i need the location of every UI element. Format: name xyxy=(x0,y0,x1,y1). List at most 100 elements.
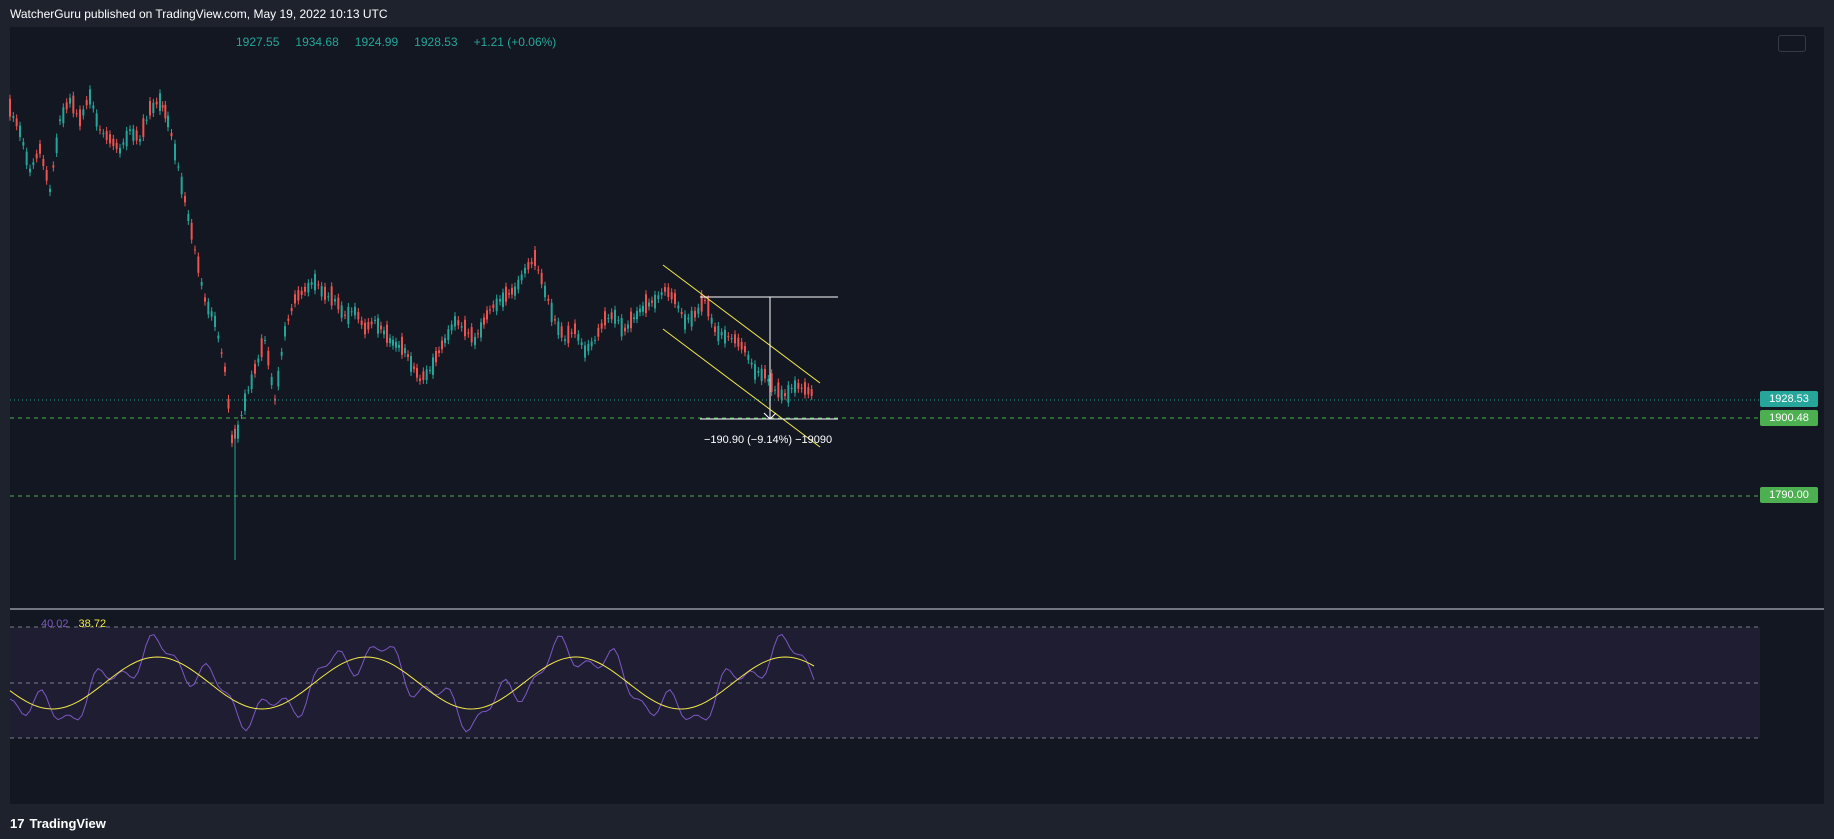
candle-body xyxy=(454,316,456,327)
candle-body xyxy=(657,295,660,299)
candle-body xyxy=(767,379,770,382)
candle-body xyxy=(231,434,233,444)
candle-body xyxy=(508,293,510,295)
candle-body xyxy=(267,350,270,366)
candle-body xyxy=(270,376,273,386)
candle-body xyxy=(810,389,813,396)
candle-body xyxy=(664,287,666,292)
candle-body xyxy=(72,95,75,114)
candle-body xyxy=(401,336,403,355)
candle-body xyxy=(257,358,260,363)
candle-body xyxy=(264,339,266,341)
candle-body xyxy=(597,327,600,337)
candle-body xyxy=(614,309,616,324)
candle-body xyxy=(654,294,656,309)
candle-body xyxy=(214,315,216,328)
candle-body xyxy=(502,292,504,308)
candle-body xyxy=(200,282,203,286)
candle-body xyxy=(600,323,603,329)
candle-body xyxy=(714,326,716,333)
candle-body xyxy=(435,350,437,363)
candle-body xyxy=(180,176,183,195)
candle-body xyxy=(109,134,111,144)
candle-body xyxy=(444,338,446,344)
candle-body xyxy=(807,387,810,395)
candle-body xyxy=(527,262,530,270)
candle-body xyxy=(297,290,300,301)
candle-body xyxy=(217,335,220,339)
candle-body xyxy=(42,159,45,166)
candle-body xyxy=(557,321,560,335)
candle-body xyxy=(724,329,726,344)
candle-body xyxy=(560,326,563,338)
candle-body xyxy=(590,341,593,347)
candle-body xyxy=(250,374,253,389)
candle-body xyxy=(247,389,250,391)
candle-body xyxy=(300,290,303,295)
candle-body xyxy=(687,317,690,320)
candle-body xyxy=(237,424,239,439)
candle-body xyxy=(594,339,596,341)
candle-body xyxy=(395,341,397,348)
candle-body xyxy=(374,319,376,321)
candle-body xyxy=(720,332,723,336)
candle-body xyxy=(125,130,128,147)
candle-body xyxy=(794,380,796,393)
candle-body xyxy=(59,119,61,121)
candle-body xyxy=(750,362,753,365)
channel-upper-line[interactable] xyxy=(662,264,821,384)
candle-body xyxy=(167,115,169,128)
candle-body xyxy=(310,282,313,285)
candle-body xyxy=(194,249,196,251)
price-chart-canvas[interactable] xyxy=(0,0,1834,839)
candle-body xyxy=(514,286,516,296)
candle-body xyxy=(416,367,418,378)
candle-body xyxy=(327,296,330,298)
candle-body xyxy=(570,332,573,334)
candle-body xyxy=(52,165,55,168)
support-price-label-1: 1900.48 xyxy=(1760,410,1818,426)
rsi-value: 40.02 xyxy=(41,618,69,630)
candle-body xyxy=(550,302,553,322)
candle-body xyxy=(139,139,141,142)
candle-body xyxy=(155,101,158,105)
candle-body xyxy=(744,346,746,353)
candle-body xyxy=(280,351,283,356)
candle-body xyxy=(102,133,105,135)
candle-body xyxy=(800,387,803,389)
candle-body xyxy=(190,222,193,240)
candle-body xyxy=(244,393,246,411)
candle-body xyxy=(460,326,463,328)
candle-body xyxy=(630,311,632,329)
candle-body xyxy=(734,334,736,344)
candle-body xyxy=(520,274,523,281)
candle-body xyxy=(340,305,343,318)
candle-body xyxy=(467,332,470,334)
candle-body xyxy=(377,318,379,334)
footer-brand[interactable]: 17 TradingView xyxy=(10,814,106,832)
candle-body xyxy=(604,311,606,326)
candle-body xyxy=(65,102,68,110)
candle-body xyxy=(294,294,296,304)
candle-body xyxy=(544,285,546,298)
candle-body xyxy=(617,319,620,321)
candle-body xyxy=(492,304,495,309)
candle-body xyxy=(697,307,700,314)
candle-body xyxy=(499,299,501,302)
candle-body xyxy=(410,356,412,372)
candle-body xyxy=(254,363,256,374)
candle-body xyxy=(610,312,613,320)
tradingview-logo-icon: 17 xyxy=(10,815,25,831)
candle-body xyxy=(441,340,443,350)
candle-body xyxy=(95,113,98,127)
candle-body xyxy=(45,169,48,181)
candle-body xyxy=(159,93,161,112)
candle-body xyxy=(419,378,421,381)
candle-body xyxy=(49,188,51,193)
candle-body xyxy=(425,369,428,381)
candle-body xyxy=(642,305,644,312)
candle-body xyxy=(344,314,346,316)
candle-body xyxy=(580,342,583,346)
candle-body xyxy=(438,350,440,353)
candle-body xyxy=(757,371,760,373)
